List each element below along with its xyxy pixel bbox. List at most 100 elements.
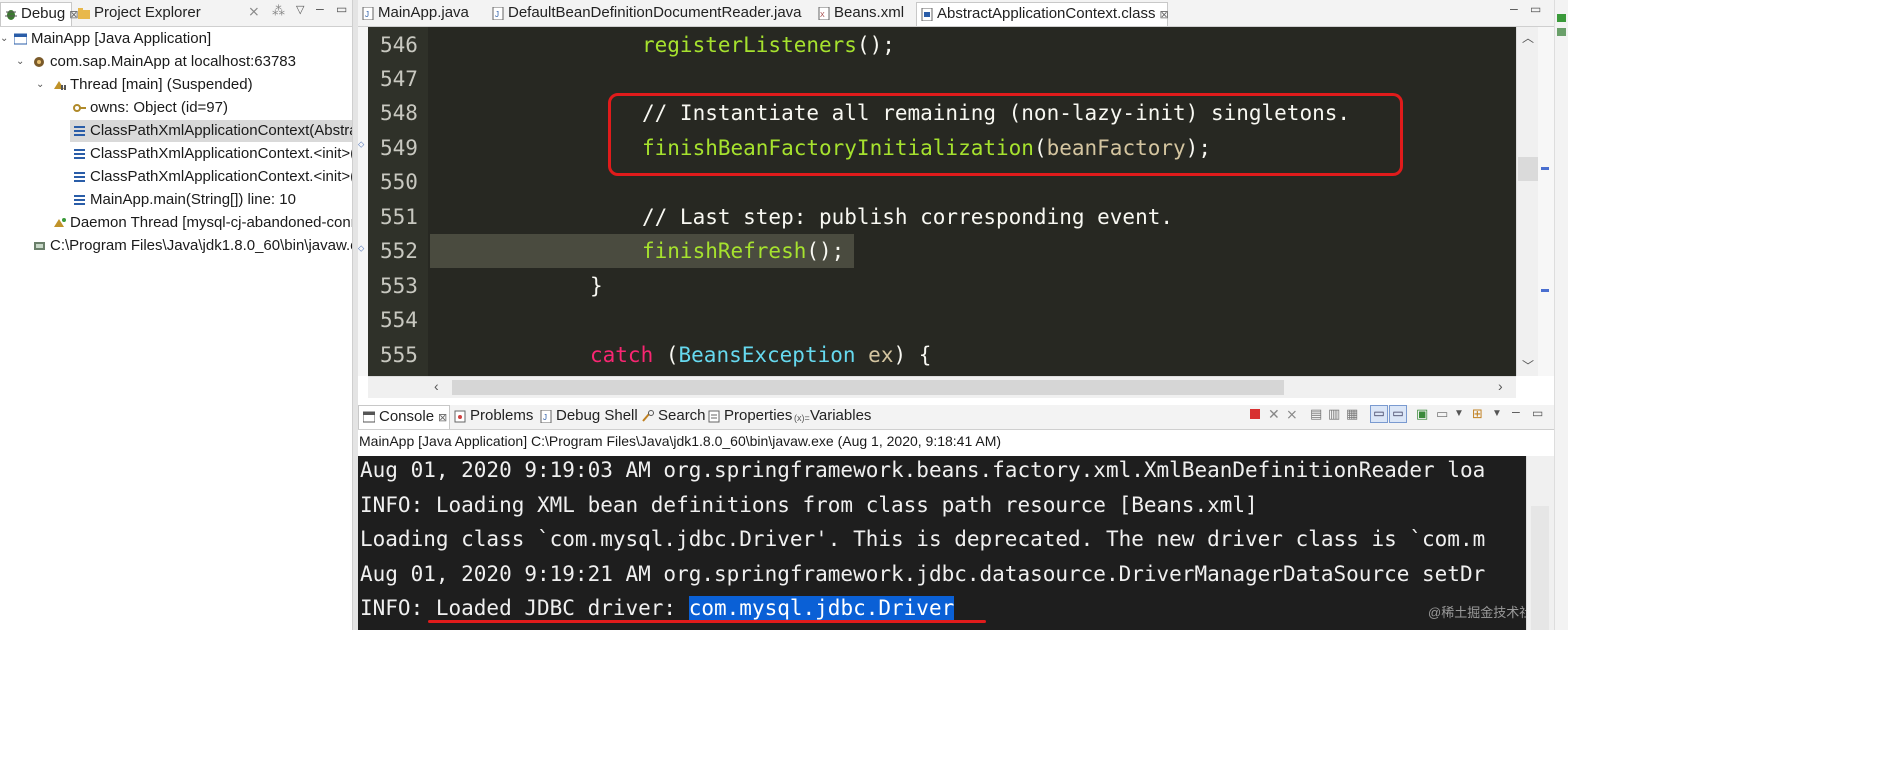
tab-problems[interactable]: Problems xyxy=(450,405,536,429)
annotation-highlight-box xyxy=(608,93,1403,176)
scroll-up-icon[interactable]: ︿ xyxy=(1522,29,1534,46)
minimize-icon[interactable]: – xyxy=(316,0,324,16)
line-number-gutter: 546 547 548 549 550 551 552 553 554 555 xyxy=(368,27,428,376)
chevron-down-icon[interactable]: ▼ xyxy=(1492,408,1502,419)
scroll-lock-icon[interactable]: ▥ xyxy=(1328,406,1340,422)
scroll-right-icon[interactable]: › xyxy=(1498,378,1503,394)
scrollbar-thumb[interactable] xyxy=(452,380,1284,395)
suspended-thread-icon xyxy=(54,81,66,90)
tree-node-label: com.sap.MainApp at localhost:63783 xyxy=(50,53,296,70)
brace: } xyxy=(590,274,603,298)
tab-beans-xml[interactable]: X Beans.xml xyxy=(814,2,916,26)
maximize-icon[interactable]: ▭ xyxy=(336,2,347,16)
tab-label: Debug Shell xyxy=(556,407,638,424)
tab-label: MainApp.java xyxy=(378,4,469,21)
punctuation: (); xyxy=(806,239,845,263)
tab-search[interactable]: Search xyxy=(638,405,706,429)
svg-text:J: J xyxy=(365,10,369,19)
minimize-icon[interactable]: – xyxy=(1510,0,1518,16)
pin-console-icon[interactable]: ▣ xyxy=(1416,406,1428,422)
search-icon xyxy=(642,410,654,422)
type-name: BeansException xyxy=(678,343,856,367)
punctuation: ) { xyxy=(893,343,932,367)
breakpoint-marker-icon[interactable]: ⬦ xyxy=(358,139,364,150)
twisty-icon[interactable]: ⌄ xyxy=(16,51,28,73)
remove-terminated-icon[interactable]: ⨯ xyxy=(248,3,260,20)
tab-debug-shell[interactable]: J Debug Shell xyxy=(536,405,638,429)
tab-label: Beans.xml xyxy=(834,4,905,21)
perspective-icon[interactable] xyxy=(1557,28,1566,36)
tree-node[interactable]: ⌄ MainApp [Java Application] xyxy=(0,28,352,50)
stack-frame-icon xyxy=(74,126,85,136)
chevron-down-icon[interactable]: ▽ xyxy=(296,3,304,16)
tab-variables[interactable]: (x)= Variables xyxy=(790,405,872,429)
show-console-on-stdout-icon[interactable]: ▭ xyxy=(1370,405,1388,423)
java-file-icon: J xyxy=(492,7,504,20)
word-wrap-icon[interactable]: ▦ xyxy=(1346,406,1358,422)
line-number: 550 xyxy=(380,170,418,194)
twisty-icon[interactable]: ⌄ xyxy=(0,28,12,50)
scroll-down-icon[interactable]: ﹀ xyxy=(1522,357,1534,374)
terminate-icon[interactable] xyxy=(1250,409,1260,419)
clear-console-icon[interactable]: ▤ xyxy=(1310,406,1322,422)
twisty-icon[interactable]: ⌄ xyxy=(36,74,48,96)
tree-node[interactable]: owns: Object (id=97) xyxy=(0,97,352,119)
overview-marker[interactable] xyxy=(1541,167,1549,170)
close-icon[interactable]: ⊠ xyxy=(1159,9,1168,21)
view-menu-icon[interactable]: ⁂ xyxy=(272,3,285,19)
debug-target-icon xyxy=(34,57,44,67)
tab-mainapp-java[interactable]: J MainApp.java xyxy=(358,2,486,26)
code-line: catch (BeansException ex) { xyxy=(590,338,931,372)
code-line: registerListeners(); xyxy=(642,28,895,62)
tree-node[interactable]: MainApp.main(String[]) line: 10 xyxy=(0,189,352,211)
folder-icon xyxy=(78,8,90,19)
tab-debug[interactable]: Debug ⊠ xyxy=(0,2,78,26)
annotation-ruler: ⬦ ⬦ xyxy=(358,27,368,376)
tree-node[interactable]: ClassPathXmlApplicationContext.<init>(S xyxy=(0,166,352,188)
tree-node-label: Thread [main] (Suspended) xyxy=(70,76,253,93)
code-line: } xyxy=(590,269,603,303)
remove-all-terminated-icon[interactable]: ⨯ xyxy=(1286,406,1298,423)
stack-frame-icon xyxy=(74,172,85,182)
scroll-left-icon[interactable]: ‹ xyxy=(434,378,439,394)
code-editor[interactable]: 546 547 548 549 550 551 552 553 554 555 … xyxy=(368,27,1516,376)
maximize-icon[interactable]: ▭ xyxy=(1532,406,1543,420)
console-line: Loading class `com.mysql.jdbc.Driver'. T… xyxy=(360,527,1486,551)
tree-node[interactable]: Daemon Thread [mysql-cj-abandoned-conn xyxy=(0,212,352,234)
tree-node[interactable]: C:\Program Files\Java\jdk1.8.0_60\bin\ja… xyxy=(0,235,352,257)
tree-node[interactable]: ⌄ Thread [main] (Suspended) xyxy=(0,74,352,96)
display-console-icon[interactable]: ▭ xyxy=(1436,406,1448,422)
tree-node[interactable]: ⌄ com.sap.MainApp at localhost:63783 xyxy=(0,51,352,73)
code-line: // Last step: publish corresponding even… xyxy=(642,200,1173,234)
console-output[interactable]: Aug 01, 2020 9:19:03 AM org.springframew… xyxy=(358,456,1526,630)
editor-horizontal-scrollbar[interactable]: ‹ › xyxy=(368,376,1516,398)
tab-abstractapplicationcontext-class[interactable]: AbstractApplicationContext.class ⊠ xyxy=(916,2,1169,26)
chevron-down-icon[interactable]: ▼ xyxy=(1454,408,1464,419)
tab-console[interactable]: Console ⊠ xyxy=(358,405,450,429)
svg-text:J: J xyxy=(495,10,499,19)
open-console-icon[interactable]: ⊞ xyxy=(1472,406,1483,422)
maximize-icon[interactable]: ▭ xyxy=(1530,2,1541,16)
debug-tree: ⌄ MainApp [Java Application] ⌄ com.sap.M… xyxy=(0,28,352,630)
close-icon[interactable]: ⊠ xyxy=(438,412,447,424)
tree-node-label: ClassPathXmlApplicationContext.<init>(S xyxy=(90,168,352,185)
perspective-icon[interactable] xyxy=(1557,14,1566,22)
remove-launch-icon[interactable]: ✕ xyxy=(1268,406,1280,423)
tab-properties[interactable]: Properties xyxy=(704,405,792,429)
tree-node[interactable]: ClassPathXmlApplicationContext.<init>(S xyxy=(0,143,352,165)
show-console-on-stderr-icon[interactable]: ▭ xyxy=(1389,405,1407,423)
overview-marker[interactable] xyxy=(1541,289,1549,292)
editor-vertical-scrollbar[interactable]: ︿ ﹀ xyxy=(1516,27,1538,376)
scrollbar-thumb[interactable] xyxy=(1518,157,1538,181)
scrollbar-thumb[interactable] xyxy=(1531,506,1549,630)
monitor-key-icon xyxy=(73,104,86,112)
tab-project-explorer[interactable]: Project Explorer xyxy=(74,2,201,26)
daemon-thread-icon xyxy=(54,218,66,227)
minimize-icon[interactable]: – xyxy=(1512,403,1520,419)
tab-defaultbeandefinitiondocumentreader[interactable]: J DefaultBeanDefinitionDocumentReader.ja… xyxy=(488,2,810,26)
line-number: 551 xyxy=(380,205,418,229)
tree-node-selected[interactable]: ClassPathXmlApplicationContext(Abstrac xyxy=(70,120,352,142)
tree-node-label: ClassPathXmlApplicationContext(Abstrac xyxy=(90,122,352,139)
current-line-marker-icon[interactable]: ⬦ xyxy=(358,243,364,254)
console-vertical-scrollbar[interactable] xyxy=(1526,456,1554,630)
